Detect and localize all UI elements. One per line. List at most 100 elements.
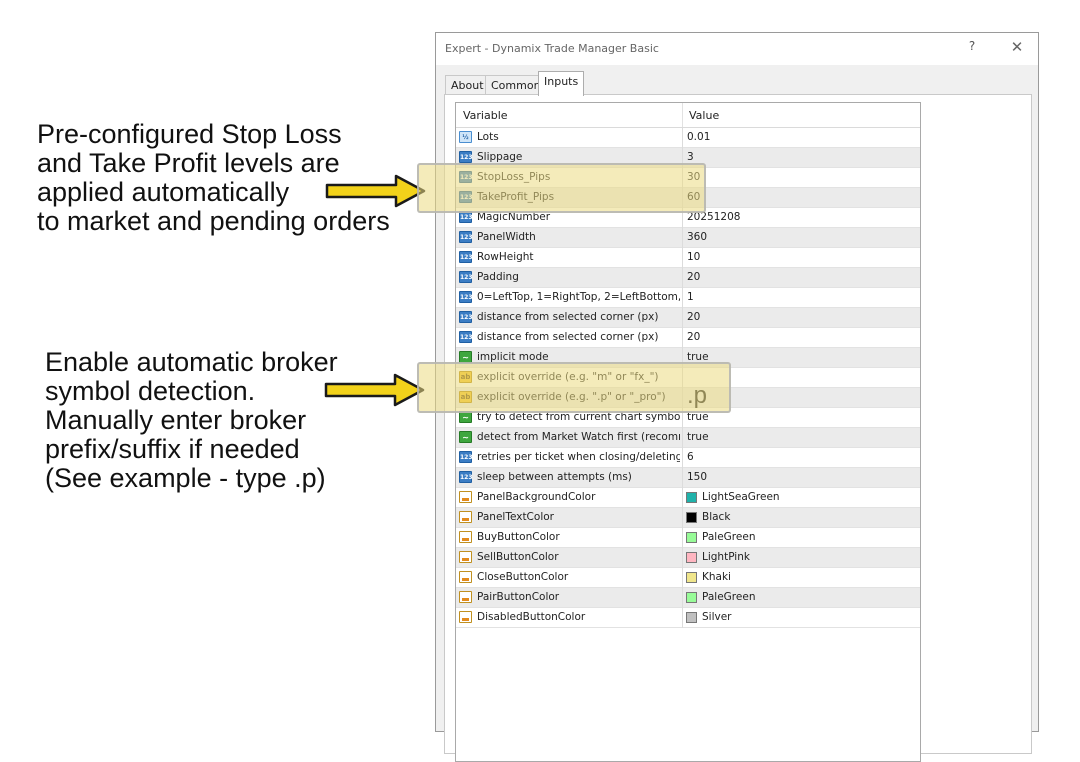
column-divider <box>682 488 683 508</box>
value-cell[interactable]: 60 <box>687 191 700 203</box>
column-divider <box>682 128 683 148</box>
column-divider <box>682 508 683 528</box>
value-cell[interactable]: 360 <box>687 231 707 243</box>
color-type-icon <box>459 551 472 563</box>
column-divider <box>682 228 683 248</box>
column-header-variable[interactable]: Variable <box>463 109 508 122</box>
variable-name: TakeProfit_Pips <box>477 191 555 203</box>
column-divider <box>682 608 683 628</box>
value-cell[interactable]: 0.01 <box>687 131 710 143</box>
value-cell[interactable]: LightSeaGreen <box>702 491 780 503</box>
table-row[interactable]: PanelBackgroundColor LightSeaGreen <box>456 488 920 508</box>
value-cell[interactable]: 20 <box>687 331 700 343</box>
integer-type-icon: 123 <box>459 331 473 343</box>
column-divider <box>682 588 683 608</box>
table-row[interactable]: DisabledButtonColor Silver <box>456 608 920 628</box>
variable-name: PanelBackgroundColor <box>477 491 596 503</box>
grid-header: Variable Value <box>456 103 920 128</box>
table-row[interactable]: ½ Lots 0.01 <box>456 128 920 148</box>
table-row[interactable]: BuyButtonColor PaleGreen <box>456 528 920 548</box>
variable-name: BuyButtonColor <box>477 531 560 543</box>
table-row[interactable]: 123 StopLoss_Pips 30 <box>456 168 920 188</box>
table-row[interactable]: PairButtonColor PaleGreen <box>456 588 920 608</box>
value-cell[interactable]: Black <box>702 511 730 523</box>
color-swatch <box>686 492 697 503</box>
title-bar: Expert - Dynamix Trade Manager Basic ? ✕ <box>436 33 1038 65</box>
table-row[interactable]: CloseButtonColor Khaki <box>456 568 920 588</box>
table-row[interactable]: 123 PanelWidth 360 <box>456 228 920 248</box>
table-row[interactable]: 123 distance from selected corner (px) 20 <box>456 308 920 328</box>
value-cell[interactable]: true <box>687 411 709 423</box>
integer-type-icon: 123 <box>459 191 473 203</box>
string-type-icon: ab <box>459 371 472 383</box>
table-row[interactable]: 123 Padding 20 <box>456 268 920 288</box>
table-row[interactable]: 123 0=LeftTop, 1=RightTop, 2=LeftBottom, … <box>456 288 920 308</box>
color-type-icon <box>459 591 472 603</box>
color-type-icon <box>459 611 472 623</box>
close-button[interactable]: ✕ <box>1008 38 1026 58</box>
integer-type-icon: 123 <box>459 231 473 243</box>
arrow-right-icon <box>325 174 426 208</box>
value-cell[interactable]: 1 <box>687 291 694 303</box>
column-divider <box>682 248 683 268</box>
value-cell[interactable]: true <box>687 351 709 363</box>
value-cell[interactable]: 20251208 <box>687 211 740 223</box>
column-divider <box>682 368 683 388</box>
column-divider <box>682 548 683 568</box>
variable-name: distance from selected corner (px) <box>477 331 659 343</box>
bool-type-icon: ∼ <box>459 351 472 363</box>
dialog-title: Expert - Dynamix Trade Manager Basic <box>445 42 659 55</box>
column-divider <box>682 328 683 348</box>
column-divider <box>682 348 683 368</box>
variable-name: DisabledButtonColor <box>477 611 586 623</box>
value-cell[interactable]: 20 <box>687 271 700 283</box>
value-cell[interactable]: 150 <box>687 471 707 483</box>
value-cell[interactable]: 3 <box>687 151 694 163</box>
table-row[interactable]: SellButtonColor LightPink <box>456 548 920 568</box>
table-row[interactable]: PanelTextColor Black <box>456 508 920 528</box>
value-cell[interactable]: true <box>687 431 709 443</box>
variable-name: PairButtonColor <box>477 591 560 603</box>
value-cell[interactable]: 6 <box>687 451 694 463</box>
value-cell[interactable]: Khaki <box>702 571 731 583</box>
value-cell[interactable]: PaleGreen <box>702 531 755 543</box>
column-divider <box>682 468 683 488</box>
tab-inputs[interactable]: Inputs <box>538 71 585 96</box>
column-divider <box>682 308 683 328</box>
table-row[interactable]: 123 distance from selected corner (px) 20 <box>456 328 920 348</box>
value-cell[interactable]: 10 <box>687 251 700 263</box>
table-row[interactable]: 123 retries per ticket when closing/delet… <box>456 448 920 468</box>
table-row[interactable]: ∼ try to detect from current chart symbol… <box>456 408 920 428</box>
color-type-icon <box>459 511 472 523</box>
table-row[interactable]: 123 TakeProfit_Pips 60 <box>456 188 920 208</box>
variable-name: Slippage <box>477 151 523 163</box>
table-row[interactable]: ∼ implicit mode true <box>456 348 920 368</box>
variable-name: 0=LeftTop, 1=RightTop, 2=LeftBottom, 3..… <box>477 291 680 303</box>
column-divider <box>682 148 683 168</box>
variable-name: distance from selected corner (px) <box>477 311 659 323</box>
value-cell[interactable]: LightPink <box>702 551 750 563</box>
color-swatch <box>686 552 697 563</box>
integer-type-icon: 123 <box>459 451 473 463</box>
column-divider <box>682 428 683 448</box>
table-row[interactable]: 123 Slippage 3 <box>456 148 920 168</box>
column-header-value[interactable]: Value <box>689 109 719 122</box>
column-divider <box>682 568 683 588</box>
color-swatch <box>686 512 697 523</box>
table-row[interactable]: ∼ detect from Market Watch first (recomme… <box>456 428 920 448</box>
table-row[interactable]: 123 RowHeight 10 <box>456 248 920 268</box>
variable-name: PanelTextColor <box>477 511 554 523</box>
value-cell[interactable]: PaleGreen <box>702 591 755 603</box>
color-type-icon <box>459 491 472 503</box>
help-button[interactable]: ? <box>964 39 980 57</box>
suffix-example-text: .p <box>687 382 708 409</box>
table-row[interactable]: 123 MagicNumber 20251208 <box>456 208 920 228</box>
value-cell[interactable]: Silver <box>702 611 732 623</box>
table-row[interactable]: 123 sleep between attempts (ms) 150 <box>456 468 920 488</box>
column-divider <box>682 288 683 308</box>
column-divider <box>682 528 683 548</box>
tab-about[interactable]: About <box>445 75 490 95</box>
value-cell[interactable]: 30 <box>687 171 700 183</box>
value-cell[interactable]: 20 <box>687 311 700 323</box>
string-type-icon: ab <box>459 391 472 403</box>
